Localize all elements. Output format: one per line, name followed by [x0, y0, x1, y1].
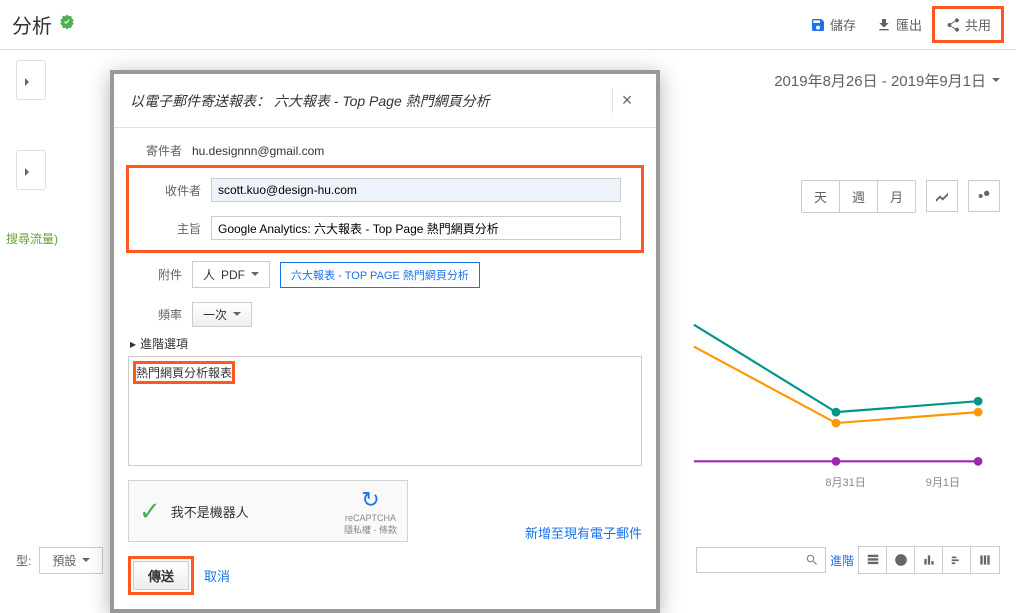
subject-input[interactable]: [211, 216, 621, 240]
add-to-existing-email-link[interactable]: 新增至現有電子郵件: [525, 523, 642, 542]
checkmark-icon: ✓: [139, 496, 161, 527]
segment-week[interactable]: 週: [840, 181, 878, 212]
recaptcha-text: 我不是機器人: [171, 502, 249, 521]
advanced-link[interactable]: 進階: [830, 552, 854, 569]
to-label: 收件者: [149, 182, 201, 199]
attachment-format-select[interactable]: 人 PDF: [192, 261, 270, 288]
type-label: 型:: [16, 552, 31, 569]
view-compare-icon[interactable]: [943, 547, 971, 573]
frequency-value: 一次: [203, 306, 227, 323]
recaptcha-footer: 隱私權 - 條款: [344, 523, 397, 536]
chevron-down-icon: [233, 312, 241, 320]
share-label: 共用: [965, 15, 991, 34]
message-textarea[interactable]: 熱門網頁分析報表: [128, 356, 642, 466]
search-icon: [805, 553, 819, 567]
segment-day[interactable]: 天: [802, 181, 840, 212]
view-toggles: [858, 546, 1000, 574]
triangle-right-icon: ▸: [130, 337, 136, 351]
collapse-panel-2[interactable]: [16, 150, 46, 190]
advanced-label: 進階選項: [140, 335, 188, 352]
segment-month[interactable]: 月: [878, 181, 915, 212]
export-button[interactable]: 匯出: [866, 9, 932, 40]
advanced-options-toggle[interactable]: ▸ 進階選項: [114, 331, 656, 356]
chevron-down-icon: [251, 272, 259, 280]
attachment-badge: 六大報表 - TOP PAGE 熱門網頁分析: [280, 262, 480, 288]
view-pivot-icon[interactable]: [971, 547, 999, 573]
cancel-link[interactable]: 取消: [204, 566, 230, 585]
pdf-label: PDF: [221, 268, 245, 282]
chevron-down-icon: [992, 78, 1000, 86]
from-label: 寄件者: [130, 142, 182, 159]
attachment-label: 附件: [130, 266, 182, 283]
date-range-selector[interactable]: 2019年8月26日 - 2019年9月1日: [774, 70, 1000, 91]
recipient-highlight: 收件者 主旨: [126, 165, 644, 253]
close-button[interactable]: ×: [612, 88, 640, 113]
save-button[interactable]: 儲存: [800, 9, 866, 40]
send-highlight: 傳送: [128, 556, 194, 595]
type-value: 預設: [52, 552, 76, 569]
collapse-panel-1[interactable]: [16, 60, 46, 100]
verified-icon: [58, 13, 76, 36]
view-pie-icon[interactable]: [887, 547, 915, 573]
view-table-icon[interactable]: [859, 547, 887, 573]
pdf-icon: 人: [203, 266, 215, 283]
to-input[interactable]: [211, 178, 621, 202]
recaptcha-brand: reCAPTCHA: [344, 513, 397, 523]
chart-type-line-icon[interactable]: [926, 180, 958, 212]
search-input[interactable]: [696, 547, 826, 573]
subject-label: 主旨: [149, 220, 201, 237]
export-label: 匯出: [896, 15, 922, 34]
view-bar-icon[interactable]: [915, 547, 943, 573]
chevron-down-icon: [82, 558, 90, 566]
save-label: 儲存: [830, 15, 856, 34]
share-button[interactable]: 共用: [932, 6, 1004, 43]
recaptcha-logo-icon: ↻: [344, 487, 397, 513]
time-segment-group: 天 週 月: [801, 180, 916, 213]
x-label: 8月31日: [825, 474, 865, 490]
email-report-modal: 以電子郵件寄送報表： 六大報表 - Top Page 熱門網頁分析 × 寄件者 …: [110, 70, 660, 613]
x-label: 9月1日: [926, 474, 960, 490]
frequency-label: 頻率: [130, 306, 182, 323]
from-value: hu.designnn@gmail.com: [192, 144, 324, 158]
type-select[interactable]: 預設: [39, 547, 103, 574]
date-range-text: 2019年8月26日 - 2019年9月1日: [774, 70, 986, 91]
message-text-highlight: 熱門網頁分析報表: [133, 361, 235, 384]
page-title: 分析: [12, 10, 52, 39]
frequency-select[interactable]: 一次: [192, 302, 252, 327]
modal-title: 以電子郵件寄送報表： 六大報表 - Top Page 熱門網頁分析: [130, 91, 490, 111]
chart-legend: 搜尋流量): [6, 230, 58, 247]
recaptcha-widget[interactable]: ✓ 我不是機器人 ↻ reCAPTCHA 隱私權 - 條款: [128, 480, 408, 542]
chart-type-motion-icon[interactable]: [968, 180, 1000, 212]
